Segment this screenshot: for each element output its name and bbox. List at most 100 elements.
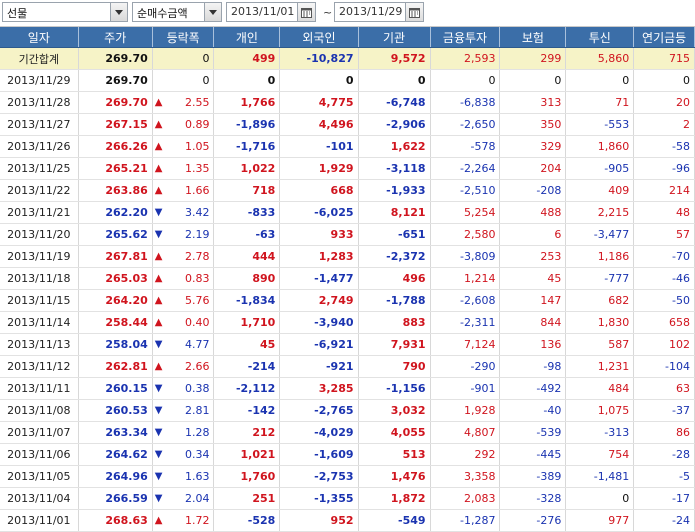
insurance-cell: 488 — [499, 201, 567, 224]
start-date-field[interactable]: 2013/11/01 — [226, 2, 316, 22]
table-row[interactable]: 2013/11/29 269.70 0 0 0 0 0 0 0 0 — [0, 69, 695, 92]
change-cell: ▲ 1.72 — [152, 509, 215, 532]
calendar-icon[interactable] — [405, 3, 423, 21]
price-cell: 266.59 — [78, 487, 153, 510]
table-row[interactable]: 2013/11/12 262.81 ▲ 2.66 -214 -921 790 -290 -98 1… — [0, 355, 695, 378]
table-header-row: 일자 주가 등락폭 개인 외국인 기관 금융투자 보험 투신 연기금등 — [0, 27, 695, 48]
table-row[interactable]: 2013/11/01 268.63 ▲ 1.72 -528 952 -549 -1,287 -2… — [0, 509, 695, 532]
insurance-cell: 844 — [499, 311, 567, 334]
institution-cell: 1,872 — [358, 487, 431, 510]
column-header[interactable]: 연기금등 — [633, 27, 695, 48]
change-value: 2.19 — [184, 228, 210, 241]
column-header[interactable]: 주가 — [78, 27, 153, 48]
triangle-up-icon: ▲ — [154, 361, 163, 372]
table-row[interactable]: 2013/11/18 265.03 ▲ 0.83 890 -1,477 496 1,214 45… — [0, 267, 695, 290]
table-row[interactable]: 2013/11/05 264.96 ▼ 1.63 1,760 -2,753 1,476 3,3… — [0, 465, 695, 488]
institution-cell: -1,156 — [358, 377, 431, 400]
institution-cell: -2,372 — [358, 245, 431, 268]
pension-cell: 2 — [633, 113, 695, 136]
table-body: 기간합계 269.70 0 499 -10,827 9,572 2,593 299 5,860 7… — [0, 47, 695, 532]
column-header[interactable]: 기관 — [358, 27, 431, 48]
table-row[interactable]: 2013/11/20 265.62 ▼ 2.19 -63 933 -651 2,580 6 -3,… — [0, 223, 695, 246]
change-value: 1.05 — [184, 140, 210, 153]
individual-cell: 1,766 — [213, 91, 281, 114]
triangle-up-icon: ▲ — [154, 141, 163, 152]
foreign-cell: 2,749 — [279, 289, 359, 312]
individual-cell: -63 — [213, 223, 281, 246]
pension-cell: 63 — [633, 377, 695, 400]
fin-invest-cell: -2,311 — [430, 311, 501, 334]
change-cell: ▲ 1.05 — [152, 135, 215, 158]
end-date-field[interactable]: 2013/11/29 — [334, 2, 424, 22]
table-row[interactable]: 2013/11/27 267.15 ▲ 0.89 -1,896 4,496 -2,906 -2… — [0, 113, 695, 136]
change-value: 1.72 — [184, 514, 210, 527]
pension-cell: 102 — [633, 333, 695, 356]
fin-invest-cell: 1,214 — [430, 267, 501, 290]
total-foreign: -10,827 — [279, 47, 359, 70]
triangle-down-icon: ▼ — [154, 449, 163, 460]
table-row[interactable]: 2013/11/19 267.81 ▲ 2.78 444 1,283 -2,372 -3,80… — [0, 245, 695, 268]
individual-cell: -528 — [213, 509, 281, 532]
pension-cell: 20 — [633, 91, 695, 114]
table-row[interactable]: 2013/11/08 260.53 ▼ 2.81 -142 -2,765 3,032 1,92… — [0, 399, 695, 422]
trust-cell: 682 — [565, 289, 635, 312]
table-row[interactable]: 2013/11/22 263.86 ▲ 1.66 718 668 -1,933 -2,510-… — [0, 179, 695, 202]
change-cell: ▲ 5.76 — [152, 289, 215, 312]
table-row[interactable]: 2013/11/21 262.20 ▼ 3.42 -833 -6,025 8,121 5,25… — [0, 201, 695, 224]
fin-invest-cell: 3,358 — [430, 465, 501, 488]
chevron-down-icon[interactable] — [110, 3, 127, 21]
foreign-cell: -2,765 — [279, 399, 359, 422]
institution-cell: -549 — [358, 509, 431, 532]
foreign-cell: 4,496 — [279, 113, 359, 136]
triangle-up-icon: ▲ — [154, 185, 163, 196]
trust-cell: 587 — [565, 333, 635, 356]
table-row[interactable]: 2013/11/25 265.21 ▲ 1.35 1,022 1,929 -3,118 -2,… — [0, 157, 695, 180]
fin-invest-cell: 2,083 — [430, 487, 501, 510]
institution-cell: 496 — [358, 267, 431, 290]
price-cell: 268.63 — [78, 509, 153, 532]
table-row[interactable]: 2013/11/06 264.62 ▼ 0.34 1,021 -1,609 513 292 -4… — [0, 443, 695, 466]
insurance-cell: 329 — [499, 135, 567, 158]
change-value: 5.76 — [184, 294, 210, 307]
table-row[interactable]: 2013/11/07 263.34 ▼ 1.28 212 -4,029 4,055 4,807… — [0, 421, 695, 444]
triangle-up-icon: ▲ — [154, 97, 163, 108]
column-header[interactable]: 등락폭 — [152, 27, 215, 48]
table-row[interactable]: 2013/11/28 269.70 ▲ 2.55 1,766 4,775 -6,748 -6,… — [0, 91, 695, 114]
date-cell: 2013/11/06 — [0, 443, 79, 466]
column-header[interactable]: 개인 — [213, 27, 281, 48]
column-header[interactable]: 외국인 — [279, 27, 359, 48]
calendar-icon[interactable] — [297, 3, 315, 21]
fin-invest-cell: -290 — [430, 355, 501, 378]
triangle-down-icon: ▼ — [154, 493, 163, 504]
column-header[interactable]: 일자 — [0, 27, 79, 48]
triangle-down-icon: ▼ — [154, 471, 163, 482]
table-row[interactable]: 2013/11/26 266.26 ▲ 1.05 -1,716 -101 1,622 -578… — [0, 135, 695, 158]
trust-cell: 977 — [565, 509, 635, 532]
triangle-up-icon: ▲ — [154, 119, 163, 130]
table-row[interactable]: 2013/11/04 266.59 ▼ 2.04 251 -1,355 1,872 2,083… — [0, 487, 695, 510]
institution-cell: 4,055 — [358, 421, 431, 444]
table-row[interactable]: 2013/11/15 264.20 ▲ 5.76 -1,834 2,749 -1,788 -2… — [0, 289, 695, 312]
chevron-down-icon[interactable] — [204, 3, 221, 21]
fin-invest-cell: -2,264 — [430, 157, 501, 180]
institution-cell: -651 — [358, 223, 431, 246]
column-header[interactable]: 투신 — [565, 27, 635, 48]
institution-cell: 790 — [358, 355, 431, 378]
insurance-cell: 313 — [499, 91, 567, 114]
price-cell: 260.15 — [78, 377, 153, 400]
price-cell: 269.70 — [78, 91, 153, 114]
market-select[interactable]: 선물 — [2, 2, 128, 22]
table-row[interactable]: 2013/11/13 258.04 ▼ 4.77 45 -6,921 7,931 7,124 1… — [0, 333, 695, 356]
column-header[interactable]: 보험 — [499, 27, 567, 48]
table-row[interactable]: 2013/11/14 258.44 ▲ 0.40 1,710 -3,940 883 -2,31… — [0, 311, 695, 334]
column-header[interactable]: 금융투자 — [430, 27, 501, 48]
change-cell: 0 — [152, 69, 215, 92]
total-row[interactable]: 기간합계 269.70 0 499 -10,827 9,572 2,593 299 5,860 7… — [0, 47, 695, 70]
type-select[interactable]: 순매수금액 — [132, 2, 222, 22]
market-select-value: 선물 — [7, 7, 28, 20]
end-date-value: 2013/11/29 — [339, 5, 403, 18]
table-row[interactable]: 2013/11/11 260.15 ▼ 0.38 -2,112 3,285 -1,156 -9… — [0, 377, 695, 400]
change-cell: ▼ 1.28 — [152, 421, 215, 444]
change-value: 4.77 — [184, 338, 210, 351]
fin-invest-cell: -578 — [430, 135, 501, 158]
